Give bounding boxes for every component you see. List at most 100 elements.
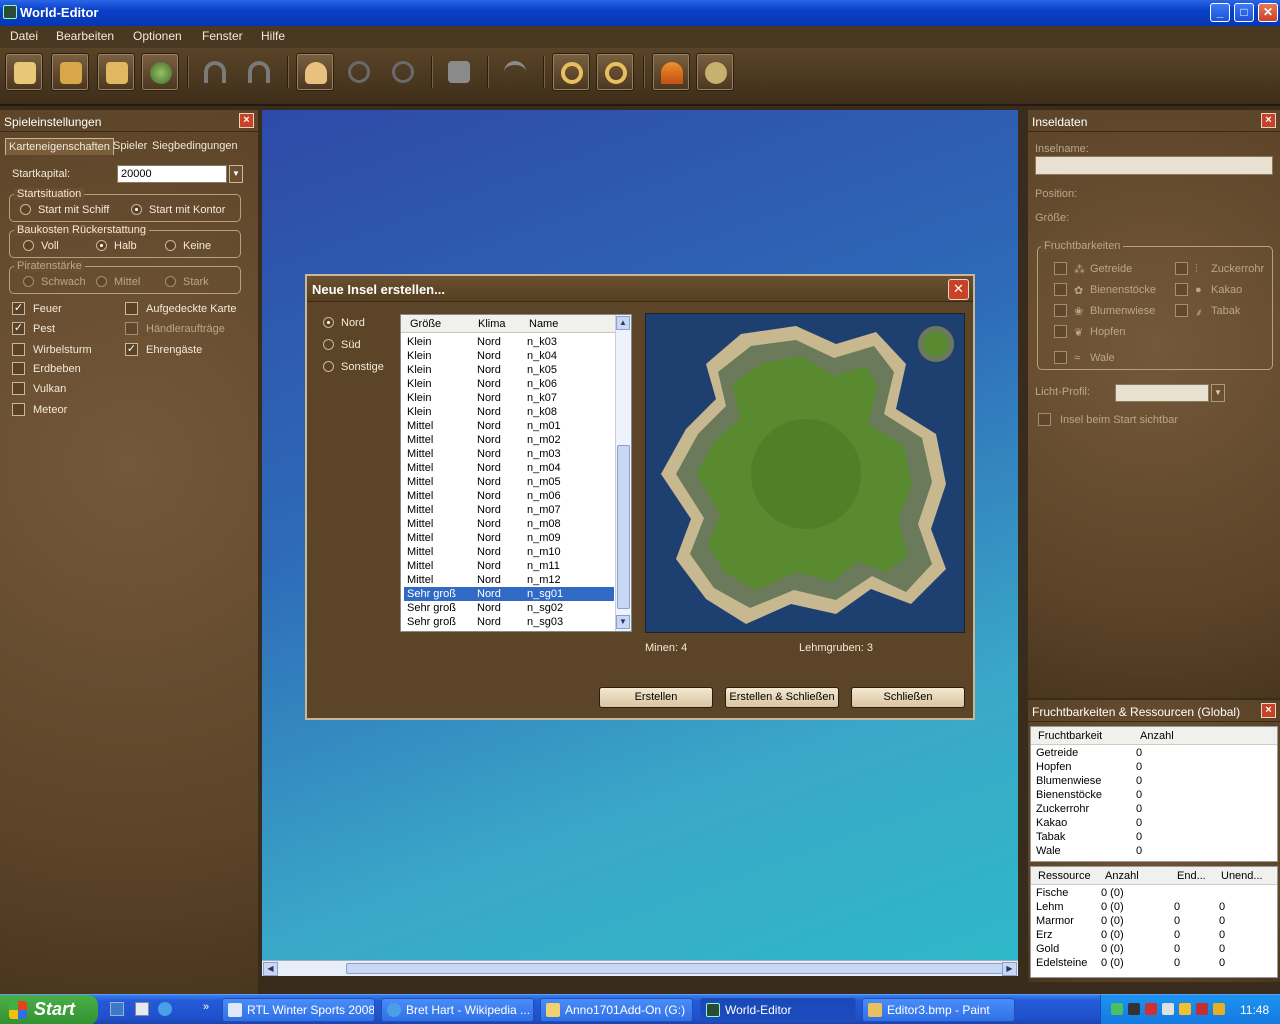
- col-groesse[interactable]: Größe: [410, 318, 441, 330]
- startkapital-field[interactable]: 20000: [117, 165, 227, 183]
- list-item[interactable]: Klein Nord n_k05: [404, 363, 614, 377]
- task-wikipedia[interactable]: Bret Hart - Wikipedia ...: [381, 998, 534, 1022]
- undo-button[interactable]: [196, 53, 234, 91]
- tray-antivirus-icon[interactable]: [1196, 1003, 1208, 1015]
- menu-optionen[interactable]: Optionen: [133, 29, 182, 43]
- open-button[interactable]: [51, 53, 89, 91]
- col-fruchtbarkeit[interactable]: Fruchtbarkeit: [1038, 730, 1102, 742]
- inselname-field[interactable]: [1035, 156, 1273, 175]
- scroll-thumb[interactable]: [346, 963, 1006, 974]
- checkbox-vulkan[interactable]: [12, 382, 25, 395]
- tab-siegbedingungen[interactable]: Siegbedingungen: [149, 138, 241, 154]
- list-item[interactable]: Mittel Nord n_m12: [404, 573, 614, 587]
- tray-shield-icon[interactable]: [1145, 1003, 1157, 1015]
- list-item[interactable]: Mittel Nord n_m11: [404, 559, 614, 573]
- list-item[interactable]: Mittel Nord n_m02: [404, 433, 614, 447]
- list-scroll-thumb[interactable]: [617, 445, 630, 609]
- checkbox-insel-sichtbar[interactable]: [1038, 413, 1051, 426]
- save-button[interactable]: [97, 53, 135, 91]
- checkbox-hopfen[interactable]: [1054, 325, 1067, 338]
- checkbox-wale[interactable]: [1054, 351, 1067, 364]
- tray-alert-icon[interactable]: [1213, 1003, 1225, 1015]
- radio-nord[interactable]: [323, 317, 334, 328]
- task-paint[interactable]: Editor3.bmp - Paint: [862, 998, 1015, 1022]
- minimize-button[interactable]: _: [1210, 3, 1230, 22]
- radio-start-kontor[interactable]: [131, 204, 142, 215]
- menu-hilfe[interactable]: Hilfe: [261, 29, 285, 43]
- clock[interactable]: 11:48: [1240, 1003, 1269, 1017]
- ie-icon[interactable]: [158, 1002, 172, 1016]
- checkbox-feuer[interactable]: ✓: [12, 302, 25, 315]
- redo-button[interactable]: [240, 53, 278, 91]
- radio-stark[interactable]: [165, 276, 176, 287]
- checkbox-kakao[interactable]: [1175, 283, 1188, 296]
- col-klima[interactable]: Klima: [478, 318, 506, 330]
- tab-spieler[interactable]: Spieler: [110, 138, 150, 154]
- list-item[interactable]: Mittel Nord n_m10: [404, 545, 614, 559]
- erstellen-button[interactable]: Erstellen: [599, 687, 713, 708]
- scroll-right-icon[interactable]: ▶: [1002, 962, 1017, 976]
- list-item[interactable]: Mittel Nord n_m05: [404, 475, 614, 489]
- radio-start-schiff[interactable]: [20, 204, 31, 215]
- zoom-out-button[interactable]: [596, 53, 634, 91]
- zoom-in-button[interactable]: [552, 53, 590, 91]
- tab-karteneigenschaften[interactable]: Karteneigenschaften: [5, 138, 114, 155]
- close-island-data-button[interactable]: ×: [1261, 113, 1276, 128]
- list-item[interactable]: Mittel Nord n_m08: [404, 517, 614, 531]
- rotate-right-button[interactable]: [384, 53, 422, 91]
- checkbox-bienenstoecke[interactable]: [1054, 283, 1067, 296]
- vegetation-button[interactable]: [696, 53, 734, 91]
- checkbox-haendlerauftraege[interactable]: [125, 322, 138, 335]
- licht-profil-select[interactable]: [1115, 384, 1209, 402]
- checkbox-erdbeben[interactable]: [12, 362, 25, 375]
- list-item[interactable]: Sehr groß Nord n_sg01: [403, 586, 615, 602]
- list-item[interactable]: Mittel Nord n_m06: [404, 489, 614, 503]
- menu-fenster[interactable]: Fenster: [202, 29, 243, 43]
- col-unendlich[interactable]: Unend...: [1221, 870, 1263, 882]
- new-map-button[interactable]: [5, 53, 43, 91]
- close-settings-button[interactable]: ×: [239, 113, 254, 128]
- list-item[interactable]: Klein Nord n_k03: [404, 335, 614, 349]
- radio-keine[interactable]: [165, 240, 176, 251]
- scroll-left-icon[interactable]: ◀: [263, 962, 278, 976]
- radio-schwach[interactable]: [23, 276, 34, 287]
- tray-mail-icon[interactable]: [1179, 1003, 1191, 1015]
- erstellen-schliessen-button[interactable]: Erstellen & Schließen: [725, 687, 839, 708]
- tray-monitor-icon[interactable]: [1128, 1003, 1140, 1015]
- startkapital-dropdown[interactable]: ▼: [229, 165, 243, 183]
- rotate-left-button[interactable]: [340, 53, 378, 91]
- radio-halb[interactable]: [96, 240, 107, 251]
- close-window-button[interactable]: ✕: [1258, 3, 1278, 22]
- checkbox-ehrengaeste[interactable]: ✓: [125, 343, 138, 356]
- checkbox-tabak[interactable]: [1175, 304, 1188, 317]
- tray-speaker-icon[interactable]: [1162, 1003, 1174, 1015]
- scroll-up-icon[interactable]: ▲: [616, 316, 630, 330]
- checkbox-pest[interactable]: ✓: [12, 322, 25, 335]
- list-item[interactable]: Mittel Nord n_m03: [404, 447, 614, 461]
- col-ressource[interactable]: Ressource: [1038, 870, 1091, 882]
- list-item[interactable]: Klein Nord n_k06: [404, 377, 614, 391]
- tray-network-icon[interactable]: [1111, 1003, 1123, 1015]
- maximize-button[interactable]: □: [1234, 3, 1254, 22]
- pickaxe-button[interactable]: [496, 53, 534, 91]
- dialog-close-button[interactable]: ✕: [948, 279, 969, 300]
- island-button[interactable]: [296, 53, 334, 91]
- globe-button[interactable]: [141, 53, 179, 91]
- task-rtl-winter-sports[interactable]: RTL Winter Sports 2008: [222, 998, 375, 1022]
- radio-voll[interactable]: [23, 240, 34, 251]
- checkbox-aufgedeckte-karte[interactable]: [125, 302, 138, 315]
- radio-sonstige[interactable]: [323, 361, 334, 372]
- explorer-icon[interactable]: [135, 1002, 149, 1016]
- list-scrollbar[interactable]: ▲ ▼: [615, 315, 631, 631]
- col-endlich[interactable]: End...: [1177, 870, 1206, 882]
- list-item[interactable]: Mittel Nord n_m01: [404, 419, 614, 433]
- list-item[interactable]: Klein Nord n_k07: [404, 391, 614, 405]
- checkbox-zuckerrohr[interactable]: [1175, 262, 1188, 275]
- checkbox-wirbelsturm[interactable]: [12, 343, 25, 356]
- checkbox-blumenwiese[interactable]: [1054, 304, 1067, 317]
- radio-mittel[interactable]: [96, 276, 107, 287]
- volcano-button[interactable]: [652, 53, 690, 91]
- checkbox-getreide[interactable]: [1054, 262, 1067, 275]
- menu-datei[interactable]: Datei: [10, 29, 38, 43]
- list-item[interactable]: Klein Nord n_k08: [404, 405, 614, 419]
